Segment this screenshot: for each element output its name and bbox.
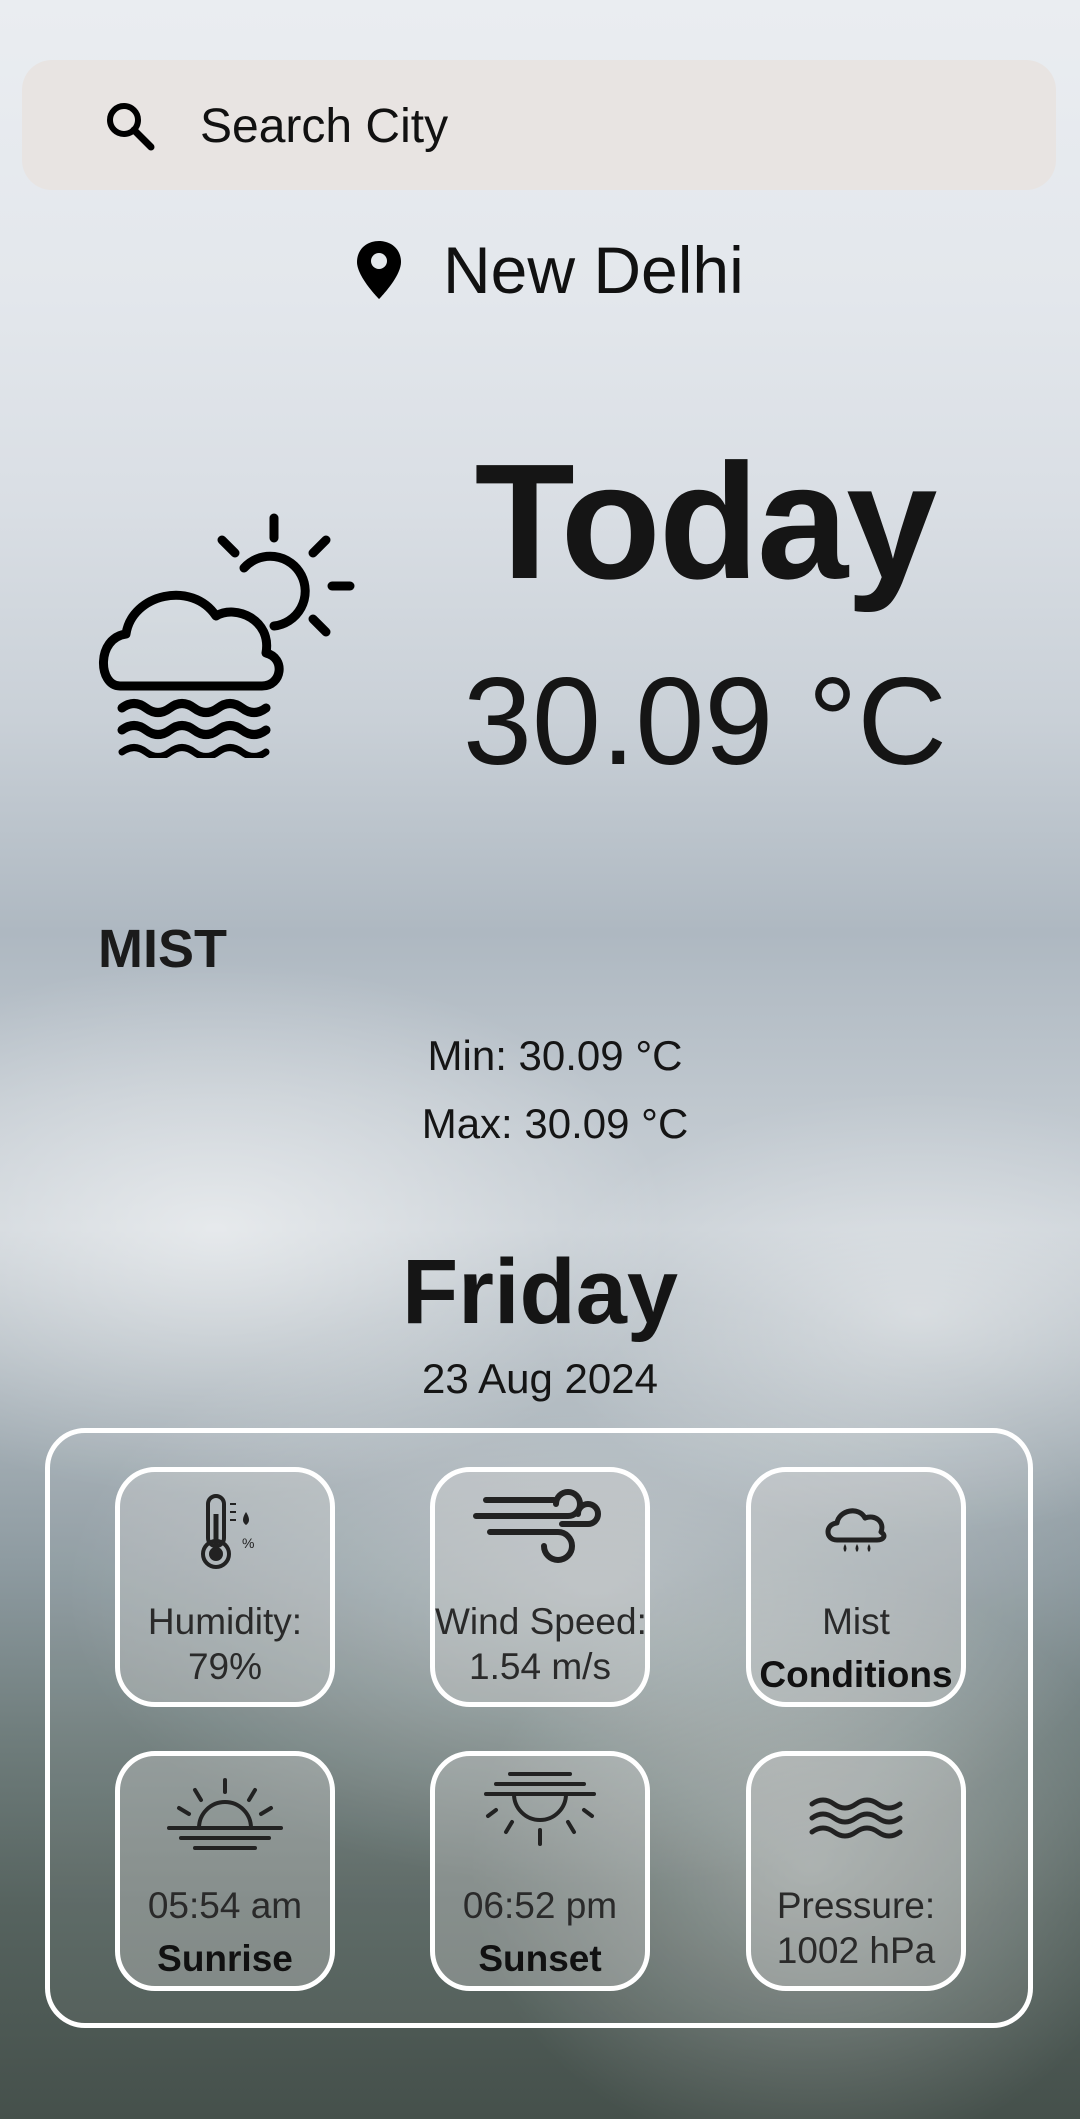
thermometer-humidity-icon: % (201, 1494, 254, 1569)
pressure-label: Pressure: (776, 1885, 936, 1926)
humidity-value: 79% (187, 1646, 263, 1687)
humidity-label: Humidity: (147, 1601, 303, 1642)
waves-icon (809, 1797, 903, 1839)
location-pin-icon (357, 241, 401, 299)
today-heading: Today (474, 430, 938, 613)
sunrise-label: Sunrise (157, 1938, 293, 1979)
sunset-label: Sunset (478, 1938, 602, 1979)
current-temperature: 30.09 °C (463, 653, 947, 791)
humidity-tile: % Humidity: 79% (115, 1467, 335, 1707)
pressure-value: 1002 hPa (776, 1930, 936, 1971)
search-bar[interactable] (22, 60, 1056, 190)
sunset-tile: 06:52 pm Sunset (430, 1751, 650, 1991)
conditions-value: Mist (822, 1601, 890, 1642)
min-temperature: Min: 30.09 °C (427, 1032, 683, 1079)
sunrise-icon (167, 1778, 283, 1850)
full-date: 23 Aug 2024 (422, 1355, 658, 1402)
sunset-time: 06:52 pm (462, 1885, 618, 1926)
wind-speed-label: Wind Speed: (435, 1601, 647, 1642)
search-input[interactable] (198, 90, 1002, 162)
day-name: Friday (401, 1241, 679, 1343)
weather-condition: MIST (98, 919, 227, 979)
wind-icon (473, 1489, 601, 1563)
search-icon[interactable] (104, 100, 156, 152)
sunset-icon (484, 1772, 596, 1846)
location-display: New Delhi (355, 230, 744, 310)
conditions-label: Conditions (759, 1654, 953, 1695)
sunrise-time: 05:54 am (147, 1885, 303, 1926)
pressure-tile: Pressure: 1002 hPa (746, 1751, 966, 1991)
wind-speed-tile: Wind Speed: 1.54 m/s (430, 1467, 650, 1707)
conditions-tile: Mist Conditions (746, 1467, 966, 1707)
cloud-rain-icon (825, 1508, 887, 1552)
wind-speed-value: 1.54 m/s (469, 1646, 611, 1687)
cloud-sun-mist-icon (99, 513, 355, 758)
max-temperature: Max: 30.09 °C (421, 1100, 689, 1147)
svg-text:%: % (242, 1535, 254, 1551)
city-name: New Delhi (443, 233, 744, 307)
sunrise-tile: 05:54 am Sunrise (115, 1751, 335, 1991)
